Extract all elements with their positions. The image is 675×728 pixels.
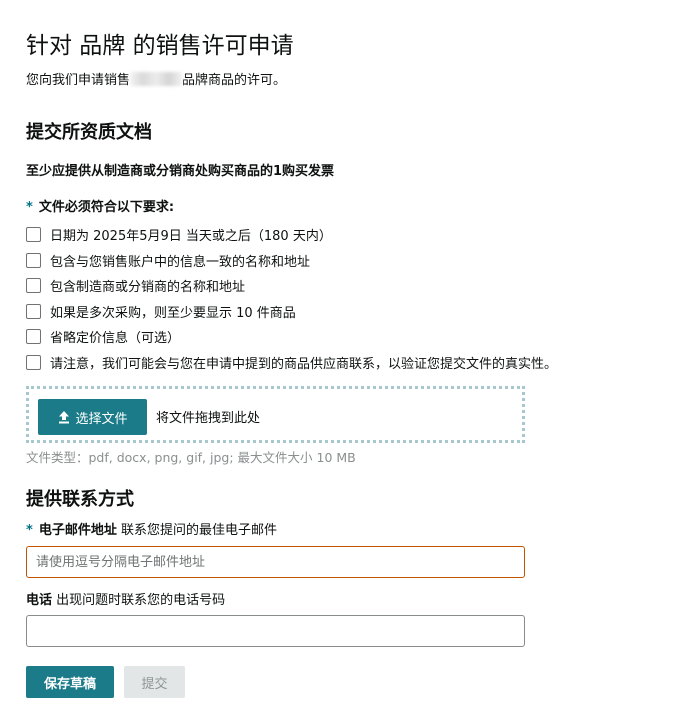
upload-icon: [59, 411, 70, 424]
phone-label: 电话: [26, 593, 53, 608]
checkbox[interactable]: [26, 354, 41, 370]
document-requirement: 至少应提供从制造商或分销商处购买商品的1购买发票: [26, 164, 335, 179]
choose-file-label: 选择文件: [75, 411, 128, 427]
checklist-label: 省略定价信息（可选）: [50, 331, 181, 347]
criteria-label: 文件必须符合以下要求:: [38, 200, 175, 215]
checkbox[interactable]: [26, 329, 41, 345]
checklist-item[interactable]: 请注意，我们可能会与您在申请中提到的商品供应商联系，以验证您提交文件的真实性。: [26, 350, 557, 376]
criteria-label-row: * 文件必须符合以下要求:: [26, 196, 174, 215]
requirements-checklist: 日期为 2025年5月9日 当天或之后（180 天内） 包含与您销售账户中的信息…: [26, 222, 557, 375]
page-subtitle: 您向我们申请销售 品牌商品的许可。: [26, 69, 286, 88]
checklist-label: 包含与您销售账户中的信息一致的名称和地址: [50, 254, 311, 270]
documents-heading: 提交所资质文档: [26, 122, 152, 143]
save-draft-button[interactable]: 保存草稿: [26, 666, 114, 698]
checklist-item[interactable]: 包含制造商或分销商的名称和地址: [26, 273, 557, 299]
choose-file-button[interactable]: 选择文件: [38, 399, 147, 435]
file-dropzone[interactable]: 选择文件 将文件拖拽到此处: [26, 386, 525, 443]
checklist-item[interactable]: 日期为 2025年5月9日 当天或之后（180 天内）: [26, 222, 557, 248]
subtitle-prefix: 您向我们申请销售: [26, 73, 131, 88]
email-field[interactable]: [26, 546, 525, 578]
required-marker: *: [26, 200, 33, 215]
email-label: 电子邮件地址: [38, 523, 117, 538]
phone-label-row: 电话 出现问题时联系您的电话号码: [26, 589, 225, 608]
email-hint: 联系您提问的最佳电子邮件: [120, 523, 277, 538]
checklist-item[interactable]: 省略定价信息（可选）: [26, 324, 557, 350]
checklist-label: 如果是多次采购，则至少要显示 10 件商品: [50, 305, 296, 321]
required-marker: *: [26, 523, 33, 538]
phone-hint: 出现问题时联系您的电话号码: [56, 593, 226, 608]
email-label-row: * 电子邮件地址 联系您提问的最佳电子邮件: [26, 519, 277, 538]
checkbox[interactable]: [26, 303, 41, 319]
submit-button[interactable]: 提交: [124, 666, 185, 698]
checklist-item[interactable]: 如果是多次采购，则至少要显示 10 件商品: [26, 299, 557, 325]
redacted-brand: [130, 72, 183, 86]
checklist-label: 请注意，我们可能会与您在申请中提到的商品供应商联系，以验证您提交文件的真实性。: [50, 356, 558, 372]
contact-heading: 提供联系方式: [26, 489, 134, 510]
checkbox[interactable]: [26, 252, 41, 268]
drop-hint: 将文件拖拽到此处: [156, 411, 261, 426]
checklist-item[interactable]: 包含与您销售账户中的信息一致的名称和地址: [26, 248, 557, 274]
page-title: 针对 品牌 的销售许可申请: [26, 33, 294, 59]
checklist-label: 包含制造商或分销商的名称和地址: [50, 280, 246, 296]
checklist-label: 日期为 2025年5月9日 当天或之后（180 天内）: [50, 229, 332, 245]
subtitle-suffix: 品牌商品的许可。: [182, 73, 287, 88]
file-types-note: 文件类型：pdf, docx, png, gif, jpg; 最大文件大小 10…: [26, 450, 356, 465]
checkbox[interactable]: [26, 227, 41, 243]
checkbox[interactable]: [26, 278, 41, 294]
phone-field[interactable]: [26, 615, 525, 647]
